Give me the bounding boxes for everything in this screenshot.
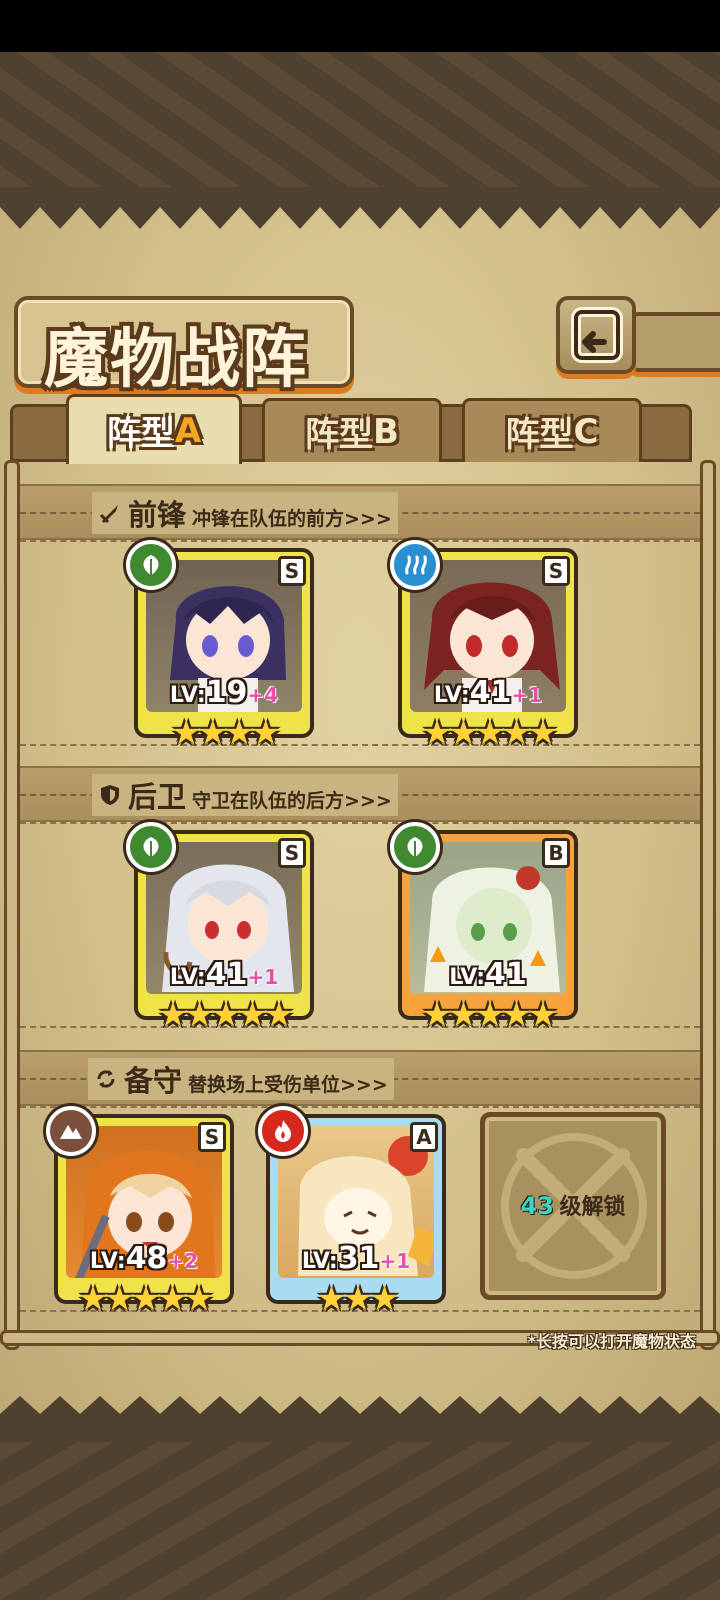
leaf-element-icon bbox=[126, 822, 176, 872]
tab-label: 阵型 bbox=[505, 415, 574, 455]
level-value: 48 bbox=[125, 1241, 168, 1276]
front-section-desc: 冲锋在队伍的前方>>> bbox=[192, 508, 392, 530]
monster-card-reserve-2[interactable]: A LV:31+1 ★★★ bbox=[258, 1106, 446, 1316]
level-value: 41 bbox=[469, 675, 512, 710]
rank-badge: A bbox=[410, 1122, 438, 1152]
water-element-icon bbox=[390, 540, 440, 590]
rank-badge: B bbox=[542, 838, 570, 868]
level-label: LV:31+1 bbox=[270, 1241, 442, 1276]
level-prefix: LV: bbox=[169, 683, 206, 708]
rear-section-desc: 守卫在队伍的后方>>> bbox=[192, 790, 392, 812]
star-rating: ★★★★ bbox=[171, 713, 281, 753]
monster-card-rear-1[interactable]: S LV:41+1 ★★★★★ bbox=[126, 822, 314, 1032]
star-rating: ★★★★★ bbox=[421, 713, 558, 753]
level-label: LV:41 bbox=[402, 957, 574, 992]
footer-hint: *长按可以打开魔物状态 bbox=[527, 1332, 696, 1351]
level-prefix: LV: bbox=[449, 965, 486, 990]
monster-card-front-2[interactable]: S LV:41+1 ★★★★★ bbox=[390, 540, 578, 750]
map-background-top bbox=[0, 52, 720, 187]
level-prefix: LV: bbox=[89, 1249, 126, 1274]
rear-section-header: 后卫 守卫在队伍的后方>>> bbox=[92, 774, 398, 816]
monster-card-reserve-1[interactable]: S LV:48+2 ★★★★★ bbox=[46, 1106, 234, 1316]
level-value: 41 bbox=[485, 957, 527, 992]
rear-slot-strip bbox=[20, 822, 700, 1028]
level-label: LV:41+1 bbox=[138, 957, 310, 992]
unlock-level: 43 bbox=[520, 1192, 554, 1220]
leaf-element-icon bbox=[390, 822, 440, 872]
status-bar bbox=[0, 0, 720, 52]
front-section-title: 前锋 bbox=[128, 498, 187, 532]
level-prefix: LV: bbox=[433, 683, 470, 708]
fire-element-icon bbox=[258, 1106, 308, 1156]
tab-formation-a[interactable]: 阵型 A bbox=[66, 394, 242, 464]
panel-zigzag-bottom bbox=[0, 1396, 720, 1442]
panel-frame-right bbox=[700, 460, 716, 1350]
tab-formation-c[interactable]: 阵型 C bbox=[462, 398, 642, 462]
level-bonus: +2 bbox=[167, 1249, 199, 1273]
panel-zigzag-top bbox=[0, 187, 720, 229]
tab-suffix: C bbox=[573, 411, 599, 452]
leaf-element-icon bbox=[126, 540, 176, 590]
level-bonus: +4 bbox=[247, 683, 279, 707]
reserve-section-title: 备守 bbox=[124, 1064, 183, 1098]
rear-section-title: 后卫 bbox=[128, 780, 187, 814]
tab-label: 阵型 bbox=[106, 414, 175, 454]
back-button-extension bbox=[630, 312, 720, 372]
front-slot-strip bbox=[20, 540, 700, 746]
level-label: LV:19+4 bbox=[138, 675, 310, 710]
return-arrow-icon bbox=[571, 307, 623, 363]
tab-formation-b[interactable]: 阵型 B bbox=[262, 398, 442, 462]
monster-card-rear-2[interactable]: B LV:41 ★★★★★ bbox=[390, 822, 578, 1032]
rank-badge: S bbox=[278, 838, 306, 868]
level-value: 41 bbox=[205, 957, 248, 992]
level-prefix: LV: bbox=[301, 1249, 338, 1274]
rank-badge: S bbox=[198, 1122, 226, 1152]
unlock-requirement: 43 级解锁 bbox=[485, 1189, 661, 1221]
level-label: LV:41+1 bbox=[402, 675, 574, 710]
title-plaque: 魔物战阵 bbox=[14, 296, 354, 397]
level-bonus: +1 bbox=[511, 683, 543, 707]
level-prefix: LV: bbox=[169, 965, 206, 990]
star-rating: ★★★★★ bbox=[157, 995, 294, 1035]
sword-icon bbox=[99, 505, 118, 524]
level-bonus: +1 bbox=[247, 965, 279, 989]
rank-badge: S bbox=[278, 556, 306, 586]
level-value: 31 bbox=[337, 1241, 380, 1276]
panel-frame-left bbox=[4, 460, 20, 1350]
front-section-header: 前锋 冲锋在队伍的前方>>> bbox=[92, 492, 398, 534]
unlock-text: 级解锁 bbox=[559, 1195, 626, 1220]
star-rating: ★★★ bbox=[316, 1279, 399, 1319]
level-label: LV:48+2 bbox=[58, 1241, 230, 1276]
star-rating: ★★★★★ bbox=[77, 1279, 214, 1319]
earth-element-icon bbox=[46, 1106, 96, 1156]
tab-suffix: B bbox=[373, 411, 399, 452]
page-title: 魔物战阵 bbox=[44, 322, 308, 397]
rank-badge: S bbox=[542, 556, 570, 586]
level-bonus: +1 bbox=[379, 1249, 411, 1273]
locked-slot[interactable]: 43 级解锁 bbox=[480, 1112, 666, 1300]
reserve-section-header: 备守 替换场上受伤单位>>> bbox=[88, 1058, 394, 1100]
tab-label: 阵型 bbox=[305, 415, 374, 455]
tab-suffix: A bbox=[174, 410, 202, 451]
monster-card-front-1[interactable]: S LV:19+4 ★★★★ bbox=[126, 540, 314, 750]
map-background-bottom bbox=[0, 1440, 720, 1600]
reserve-section-desc: 替换场上受伤单位>>> bbox=[188, 1074, 388, 1096]
back-button[interactable] bbox=[556, 296, 636, 374]
shield-icon bbox=[101, 785, 119, 805]
level-value: 19 bbox=[205, 675, 248, 710]
star-rating: ★★★★★ bbox=[421, 995, 558, 1035]
swap-icon bbox=[97, 1070, 115, 1088]
